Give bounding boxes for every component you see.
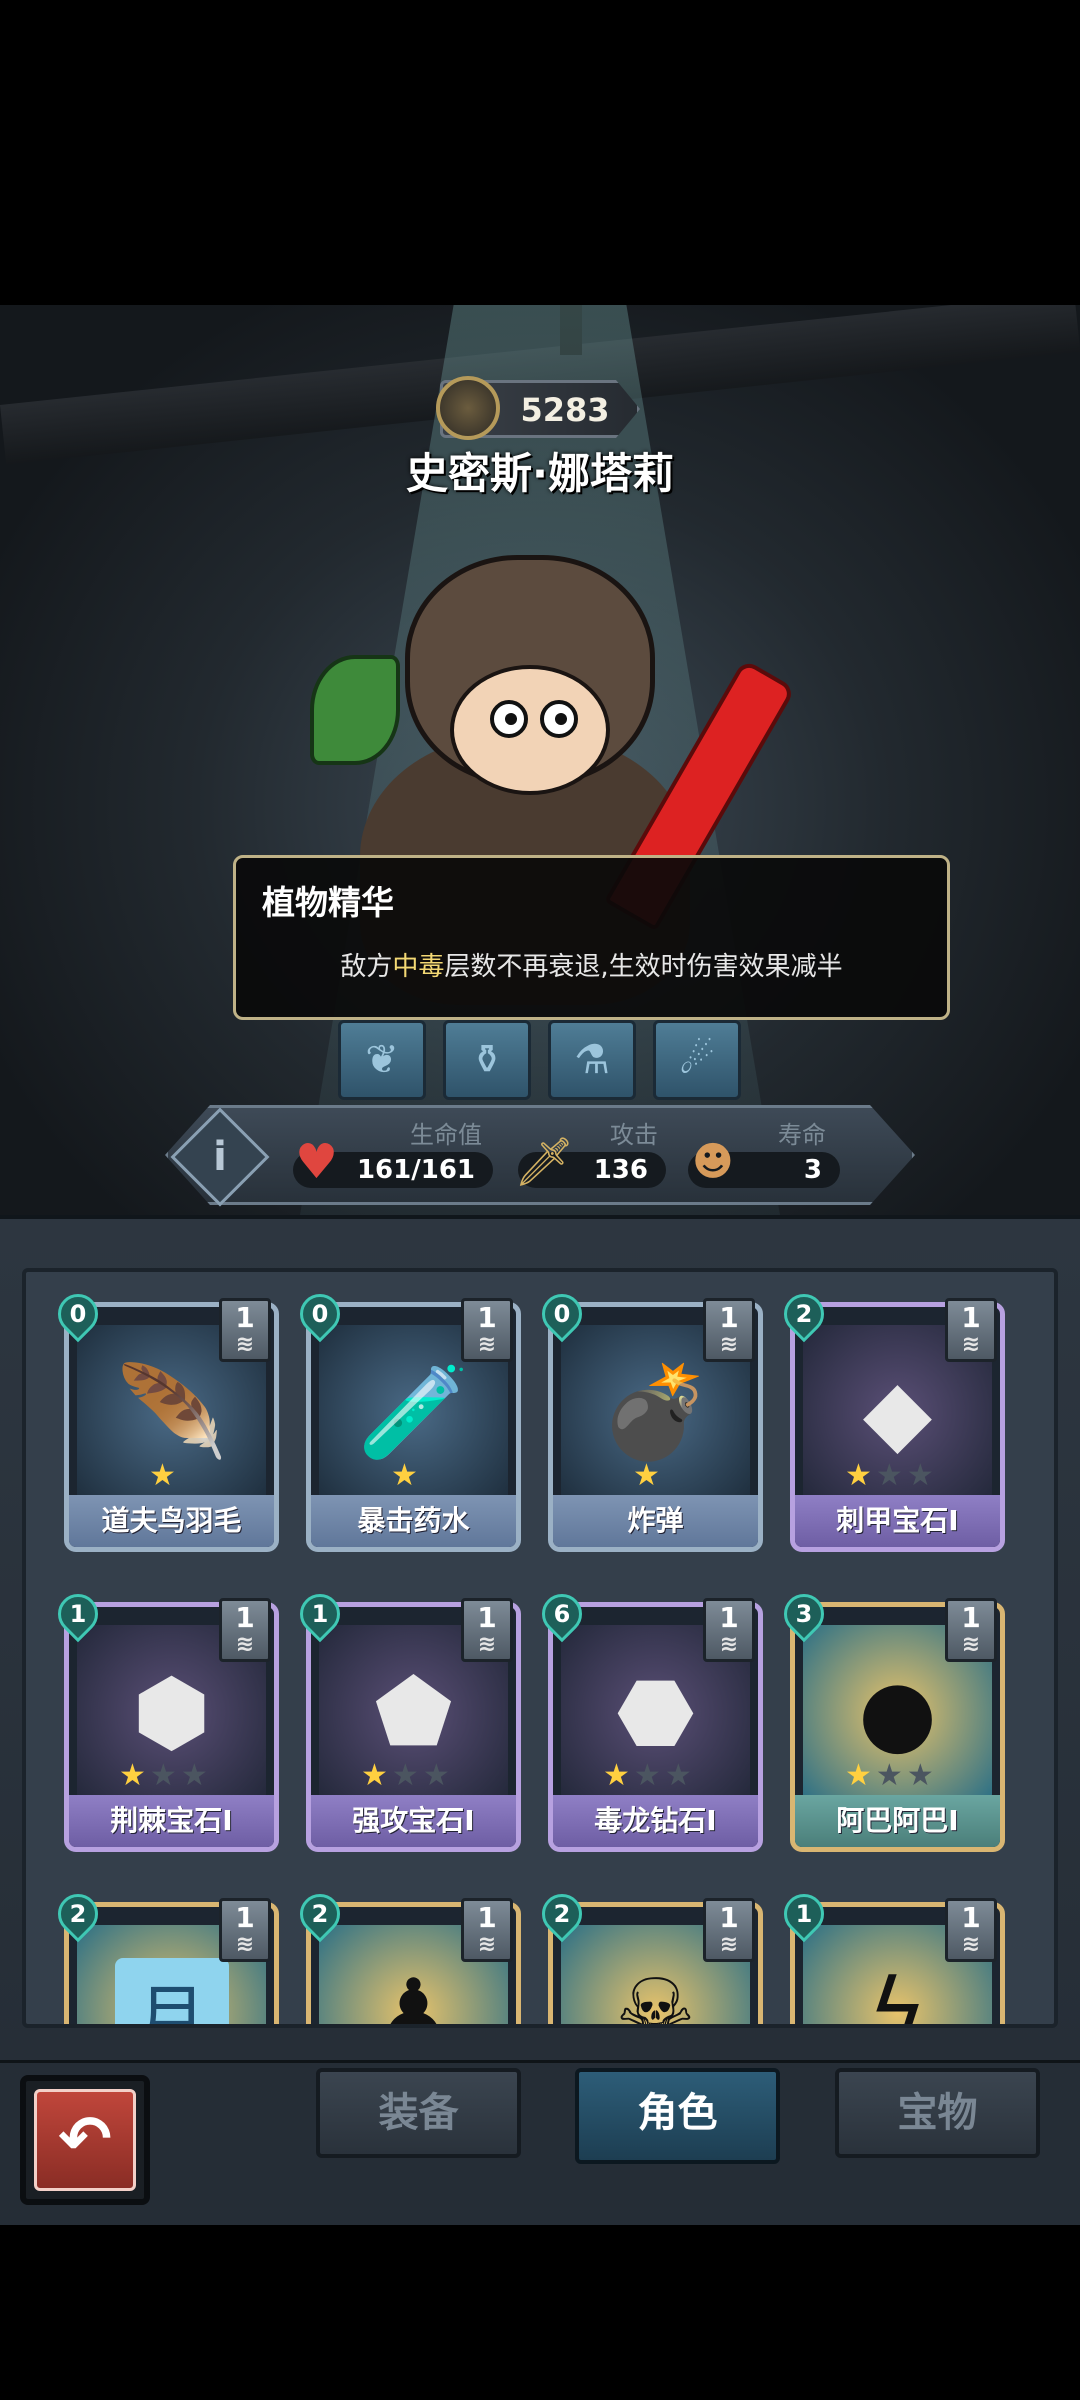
star-rating: ★★★ [603, 1758, 696, 1793]
bottom-black-area [0, 2225, 1080, 2400]
skill-slot-4[interactable]: ☄ [653, 1020, 741, 1100]
skill-slot-2[interactable]: ⚱ [443, 1020, 531, 1100]
back-arrow-icon[interactable]: ↶ [34, 2089, 136, 2191]
star-icon: ★ [633, 1458, 664, 1493]
star-icon: ★ [875, 1758, 907, 1793]
star-icon: ★ [422, 1758, 454, 1793]
card-cost: 6 [553, 1600, 571, 1628]
star-rating: ★★★ [119, 1758, 212, 1793]
card-cost: 1 [69, 1600, 87, 1628]
star-rating: ★ [633, 1458, 664, 1493]
star-icon: ★ [906, 1458, 938, 1493]
character-head-icon: ☻ [692, 1139, 734, 1185]
vegetable-leaves [310, 655, 400, 765]
skill-slot-3[interactable]: ⚗ [548, 1020, 636, 1100]
right-pupil [555, 713, 567, 725]
card-level: 1 [461, 1898, 513, 1962]
card-cost: 2 [553, 1900, 571, 1928]
star-icon: ★ [391, 1758, 423, 1793]
card-level: 1 [945, 1598, 997, 1662]
tab-character[interactable]: 角色 [575, 2068, 780, 2164]
tooltip-title: 植物精华 [262, 883, 394, 922]
card-name: 炸弹 [553, 1495, 758, 1547]
card-cost: 0 [69, 1300, 87, 1328]
tooltip-description: 敌方中毒层数不再衰退,生效时伤害效果减半 [236, 946, 947, 983]
herb-skill-icon: ❦ [365, 1037, 399, 1083]
card-level: 1 [945, 1298, 997, 1362]
star-icon: ★ [845, 1758, 876, 1793]
sword-icon: 🗡 [514, 1134, 575, 1190]
card-cost: 1 [311, 1600, 329, 1628]
card-name: 强攻宝石I [311, 1795, 516, 1847]
desc-highlight: 中毒 [392, 952, 445, 982]
card-level: 1 [219, 1598, 271, 1662]
card-level: 1 [461, 1598, 513, 1662]
star-icon: ★ [906, 1758, 938, 1793]
card-name: 荆棘宝石I [69, 1795, 274, 1847]
card-cost: 2 [311, 1900, 329, 1928]
skill-tooltip: 植物精华 敌方中毒层数不再衰退,生效时伤害效果减半 [233, 855, 950, 1020]
attack-label: 攻击 [610, 1121, 658, 1149]
star-icon: ★ [149, 1458, 180, 1493]
card-cost: 2 [69, 1900, 87, 1928]
star-icon: ★ [180, 1758, 212, 1793]
top-black-area [0, 0, 1080, 305]
star-icon: ★ [875, 1458, 907, 1493]
star-icon: ★ [361, 1758, 392, 1793]
card-name: 暴击药水 [311, 1495, 516, 1547]
card-level: 1 [703, 1598, 755, 1662]
flask-skill-icon: ⚗ [574, 1037, 610, 1083]
card-cost: 1 [795, 1900, 813, 1928]
card-level: 1 [219, 1298, 271, 1362]
card-cost: 0 [311, 1300, 329, 1328]
card-level: 1 [703, 1898, 755, 1962]
star-icon: ★ [119, 1758, 150, 1793]
star-rating: ★★★ [361, 1758, 454, 1793]
card-level: 1 [945, 1898, 997, 1962]
star-icon: ★ [633, 1758, 665, 1793]
star-icon: ★ [603, 1758, 634, 1793]
info-icon: i [213, 1134, 227, 1180]
card-cost: 2 [795, 1300, 813, 1328]
power-value: 5283 [520, 391, 610, 429]
tab-treasure[interactable]: 宝物 [835, 2068, 1040, 2158]
potion-skill-icon: ⚱ [470, 1037, 504, 1083]
star-rating: ★ [149, 1458, 180, 1493]
card-name: 道夫鸟羽毛 [69, 1495, 274, 1547]
star-icon: ★ [391, 1458, 422, 1493]
left-pupil [505, 713, 517, 725]
sword-medal-icon [436, 376, 500, 440]
star-icon: ★ [845, 1458, 876, 1493]
hp-label: 生命值 [410, 1121, 482, 1149]
star-rating: ★ [391, 1458, 422, 1493]
card-cost: 0 [553, 1300, 571, 1328]
card-name: 阿巴阿巴I [795, 1795, 1000, 1847]
star-icon: ★ [664, 1758, 696, 1793]
card-art-text: 月 [114, 1958, 229, 2024]
star-rating: ★★★ [845, 1458, 938, 1493]
card-name: 毒龙钻石I [553, 1795, 758, 1847]
card-level: 1 [703, 1298, 755, 1362]
lifespan-label: 寿命 [778, 1121, 826, 1149]
card-cost: 3 [795, 1600, 813, 1628]
heart-icon: ♥ [295, 1134, 339, 1190]
tab-equipment[interactable]: 装备 [316, 2068, 521, 2158]
creature-skill-icon: ☄ [679, 1037, 715, 1083]
card-name: 刺甲宝石I [795, 1495, 1000, 1547]
card-level: 1 [461, 1298, 513, 1362]
character-face [450, 665, 610, 795]
skill-slot-1[interactable]: ❦ [338, 1020, 426, 1100]
star-rating: ★★★ [845, 1758, 938, 1793]
desc-suffix: 层数不再衰退,生效时伤害效果减半 [444, 952, 843, 982]
character-name: 史密斯·娜塔莉 [406, 449, 674, 498]
card-level: 1 [219, 1898, 271, 1962]
desc-prefix: 敌方 [340, 952, 393, 982]
star-icon: ★ [149, 1758, 181, 1793]
card-grid[interactable]: 🪶★道夫鸟羽毛01🧪★暴击药水01💣★炸弹01◆★★★刺甲宝石I21⬢★★★荆棘… [22, 1268, 1058, 2028]
